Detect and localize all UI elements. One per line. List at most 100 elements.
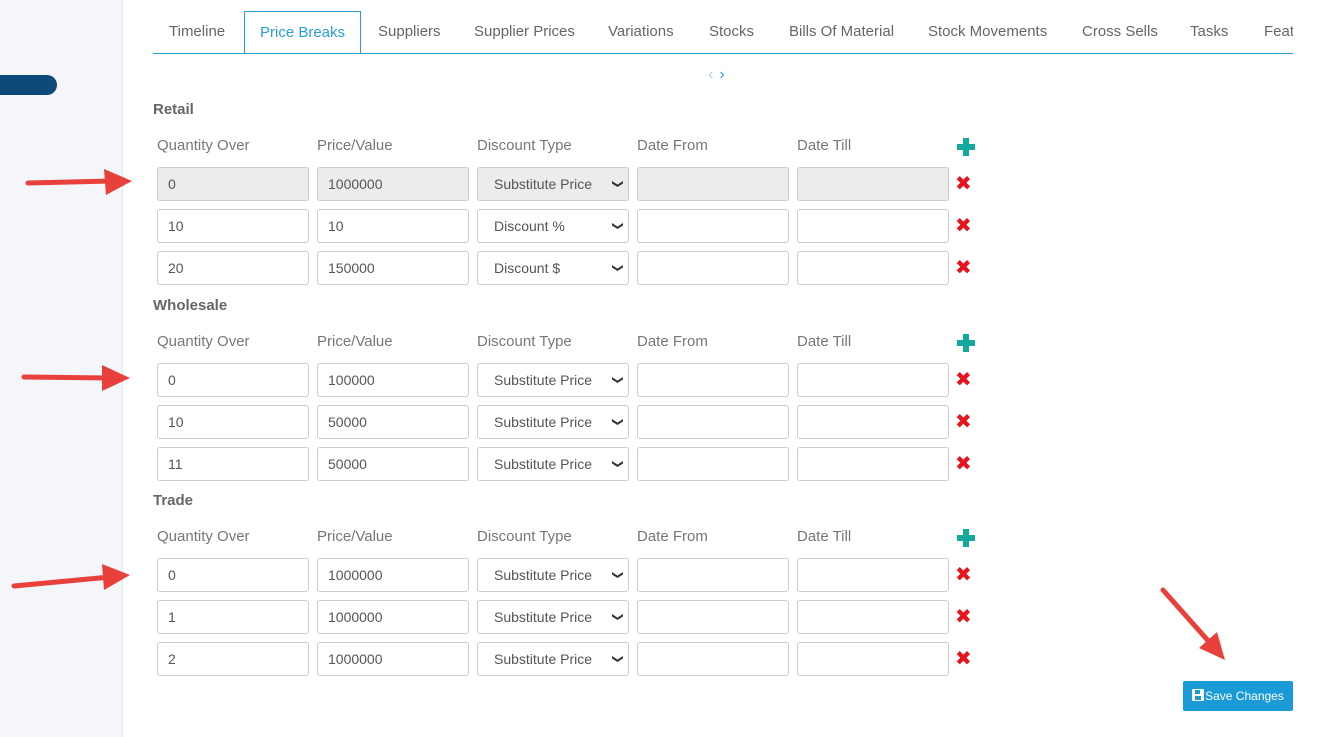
discount-type-value: Substitute Price xyxy=(494,609,593,625)
quantity-over-input[interactable] xyxy=(157,405,309,439)
date-till-input xyxy=(797,167,949,201)
discount-type-select[interactable]: Discount $ ❯ xyxy=(477,251,629,285)
tab-features[interactable]: Feat xyxy=(1264,11,1293,53)
quantity-over-input[interactable] xyxy=(157,209,309,243)
discount-type-select[interactable]: Substitute Price ❯ xyxy=(477,600,629,634)
annotation-arrow-icon xyxy=(21,365,130,391)
quantity-over-input[interactable] xyxy=(157,251,309,285)
price-value-input[interactable] xyxy=(317,363,469,397)
discount-type-value: Substitute Price xyxy=(494,414,593,430)
tab-timeline[interactable]: Timeline xyxy=(169,11,225,53)
date-from-input[interactable] xyxy=(637,209,789,243)
remove-row-close-icon[interactable]: ✖ xyxy=(955,258,972,278)
quantity-over-input[interactable] xyxy=(157,642,309,676)
section-title: Wholesale xyxy=(153,297,228,314)
tab-bar: Timeline Price Breaks Suppliers Supplier… xyxy=(153,11,1293,54)
discount-type-select[interactable]: Substitute Price ❯ xyxy=(477,405,629,439)
quantity-over-input[interactable] xyxy=(157,600,309,634)
remove-row-close-icon[interactable]: ✖ xyxy=(955,216,972,236)
remove-row-close-icon[interactable]: ✖ xyxy=(955,412,972,432)
date-till-input[interactable] xyxy=(797,447,949,481)
add-row-plus-icon[interactable] xyxy=(957,334,975,352)
save-changes-button[interactable]: Save Changes xyxy=(1183,681,1293,711)
chevron-down-icon: ❯ xyxy=(611,612,624,622)
annotation-arrow-icon xyxy=(1160,587,1225,660)
column-header-date-till: Date Till xyxy=(797,333,852,350)
column-header-quantity-over: Quantity Over xyxy=(157,137,250,154)
date-from-input[interactable] xyxy=(637,642,789,676)
discount-type-value: Substitute Price xyxy=(494,176,593,192)
remove-row-close-icon[interactable]: ✖ xyxy=(955,370,972,390)
discount-type-select[interactable]: Substitute Price ❯ xyxy=(477,558,629,592)
date-from-input[interactable] xyxy=(637,405,789,439)
chevron-left-icon[interactable]: ‹ xyxy=(708,66,719,83)
remove-row-close-icon[interactable]: ✖ xyxy=(955,454,972,474)
price-value-input[interactable] xyxy=(317,642,469,676)
tab-cross-sells[interactable]: Cross Sells xyxy=(1082,11,1158,53)
date-from-input xyxy=(637,167,789,201)
chevron-down-icon: ❯ xyxy=(611,221,624,231)
quantity-over-input[interactable] xyxy=(157,363,309,397)
date-from-input[interactable] xyxy=(637,447,789,481)
tab-pager: ‹› xyxy=(708,66,731,84)
tab-stock-movements[interactable]: Stock Movements xyxy=(928,11,1047,53)
chevron-down-icon: ❯ xyxy=(611,654,624,664)
price-value-input[interactable] xyxy=(317,209,469,243)
quantity-over-input[interactable] xyxy=(157,447,309,481)
date-from-input[interactable] xyxy=(637,251,789,285)
chevron-down-icon: ❯ xyxy=(611,375,624,385)
date-from-input[interactable] xyxy=(637,363,789,397)
column-header-discount-type: Discount Type xyxy=(477,528,572,545)
discount-type-select: Substitute Price ❯ xyxy=(477,167,629,201)
column-header-quantity-over: Quantity Over xyxy=(157,528,250,545)
remove-row-close-icon[interactable]: ✖ xyxy=(955,607,972,627)
discount-type-value: Substitute Price xyxy=(494,456,593,472)
date-from-input[interactable] xyxy=(637,600,789,634)
discount-type-select[interactable]: Substitute Price ❯ xyxy=(477,363,629,397)
date-till-input[interactable] xyxy=(797,642,949,676)
sidebar-active-item[interactable] xyxy=(0,75,57,95)
date-till-input[interactable] xyxy=(797,363,949,397)
column-header-discount-type: Discount Type xyxy=(477,137,572,154)
tab-variations[interactable]: Variations xyxy=(608,11,674,53)
column-header-price-value: Price/Value xyxy=(317,528,393,545)
tab-supplier-prices[interactable]: Supplier Prices xyxy=(474,11,575,53)
price-value-input[interactable] xyxy=(317,600,469,634)
discount-type-select[interactable]: Substitute Price ❯ xyxy=(477,642,629,676)
price-value-input[interactable] xyxy=(317,251,469,285)
tab-suppliers[interactable]: Suppliers xyxy=(378,11,441,53)
date-till-input[interactable] xyxy=(797,405,949,439)
date-from-input[interactable] xyxy=(637,558,789,592)
price-value-input[interactable] xyxy=(317,405,469,439)
quantity-over-input[interactable] xyxy=(157,558,309,592)
discount-type-select[interactable]: Discount % ❯ xyxy=(477,209,629,243)
section-title: Retail xyxy=(153,101,194,118)
remove-row-close-icon[interactable]: ✖ xyxy=(955,649,972,669)
tab-bills-of-material[interactable]: Bills Of Material xyxy=(789,11,894,53)
column-header-discount-type: Discount Type xyxy=(477,333,572,350)
date-till-input[interactable] xyxy=(797,558,949,592)
price-value-input[interactable] xyxy=(317,447,469,481)
date-till-input[interactable] xyxy=(797,600,949,634)
price-value-input[interactable] xyxy=(317,558,469,592)
date-till-input[interactable] xyxy=(797,251,949,285)
add-row-plus-icon[interactable] xyxy=(957,529,975,547)
discount-type-select[interactable]: Substitute Price ❯ xyxy=(477,447,629,481)
date-till-input[interactable] xyxy=(797,209,949,243)
chevron-down-icon: ❯ xyxy=(611,263,624,273)
chevron-down-icon: ❯ xyxy=(611,417,624,427)
remove-row-close-icon[interactable]: ✖ xyxy=(955,174,972,194)
column-header-date-till: Date Till xyxy=(797,137,852,154)
discount-type-value: Discount $ xyxy=(494,260,561,276)
annotation-arrow-icon xyxy=(25,169,132,195)
discount-type-value: Substitute Price xyxy=(494,651,593,667)
quantity-over-input xyxy=(157,167,309,201)
add-row-plus-icon[interactable] xyxy=(957,138,975,156)
tab-stocks[interactable]: Stocks xyxy=(709,11,754,53)
discount-type-value: Substitute Price xyxy=(494,567,593,583)
chevron-right-icon[interactable]: › xyxy=(719,66,730,83)
tab-tasks[interactable]: Tasks xyxy=(1190,11,1228,53)
tab-price-breaks[interactable]: Price Breaks xyxy=(244,11,361,53)
remove-row-close-icon[interactable]: ✖ xyxy=(955,565,972,585)
chevron-down-icon: ❯ xyxy=(611,179,624,189)
